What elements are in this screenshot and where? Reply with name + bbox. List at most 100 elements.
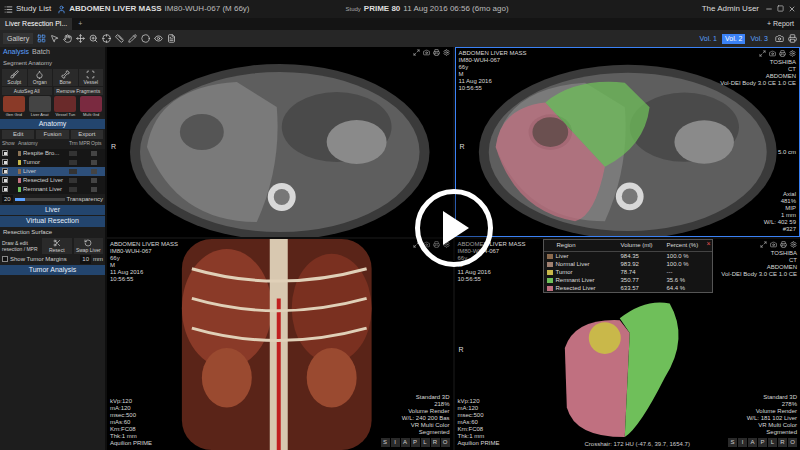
- transparency-slider[interactable]: [15, 198, 65, 201]
- tool-icon[interactable]: [167, 34, 176, 43]
- volume-button[interactable]: Vol. 1: [696, 34, 720, 44]
- anatomy-row[interactable]: Tumor: [0, 158, 105, 167]
- anatomy-button[interactable]: Fusion: [36, 130, 68, 139]
- preset-thumbnail[interactable]: Multi Grd: [79, 96, 103, 118]
- tool-icon[interactable]: [154, 34, 163, 43]
- anatomy-row[interactable]: Liver: [0, 167, 105, 176]
- settings-icon[interactable]: [790, 241, 797, 248]
- printer-icon[interactable]: [779, 50, 786, 57]
- tab[interactable]: +: [73, 18, 87, 30]
- camera-icon[interactable]: [770, 241, 777, 248]
- resection-button[interactable]: Resect: [42, 238, 72, 254]
- tab[interactable]: Liver Resection Pl...: [0, 18, 72, 30]
- resection-button[interactable]: Swap Liver: [74, 238, 104, 254]
- anatomy-row[interactable]: Resected Liver: [0, 176, 105, 185]
- orientation-button[interactable]: S: [381, 438, 390, 447]
- transparency-value[interactable]: 20: [2, 195, 13, 203]
- mpr-toggle[interactable]: [69, 151, 77, 156]
- orientation-button[interactable]: L: [421, 438, 430, 447]
- checkbox[interactable]: [2, 177, 8, 183]
- tool-button[interactable]: Vessel: [79, 69, 104, 86]
- camera-icon[interactable]: [423, 49, 430, 56]
- mpr-toggle[interactable]: [69, 160, 77, 165]
- play-button[interactable]: [415, 189, 493, 267]
- tool-icon[interactable]: [37, 34, 46, 43]
- action-button[interactable]: AutoSeg All: [2, 87, 52, 95]
- tool-icon[interactable]: [50, 34, 59, 43]
- viewport[interactable]: R: [107, 47, 453, 237]
- orientation-button[interactable]: I: [738, 438, 747, 447]
- mode-tab[interactable]: Analysis: [3, 47, 29, 58]
- liver-header[interactable]: Liver: [0, 205, 105, 216]
- mpr-toggle[interactable]: [69, 187, 77, 192]
- settings-icon[interactable]: [789, 50, 796, 57]
- tool-icon[interactable]: [141, 34, 150, 43]
- preset-thumbnail[interactable]: Vessel Tun: [54, 96, 78, 118]
- orientation-button[interactable]: R: [778, 438, 787, 447]
- checkbox[interactable]: [2, 168, 8, 174]
- user-name[interactable]: The Admin User: [702, 3, 759, 15]
- options-button[interactable]: [91, 169, 97, 174]
- tool-button[interactable]: Sculpt: [2, 69, 27, 86]
- orientation-button[interactable]: P: [758, 438, 767, 447]
- settings-icon[interactable]: [443, 49, 450, 56]
- anatomy-row[interactable]: Respite Bro...: [0, 149, 105, 158]
- volume-button[interactable]: Vol. 3: [747, 34, 771, 44]
- anatomy-button[interactable]: Edit: [2, 130, 34, 139]
- tool-button[interactable]: Organ: [28, 69, 53, 86]
- maximize-icon[interactable]: [760, 241, 767, 248]
- minimize-icon[interactable]: [765, 5, 773, 13]
- options-button[interactable]: [91, 160, 97, 165]
- printer-icon[interactable]: [780, 241, 787, 248]
- viewport[interactable]: ABDOMEN LIVER MASSIM80-WUH-06766yM11 Aug…: [455, 47, 800, 237]
- checkbox[interactable]: [2, 150, 8, 156]
- orientation-button[interactable]: P: [411, 438, 420, 447]
- printer-icon[interactable]: [433, 49, 440, 56]
- options-button[interactable]: [91, 178, 97, 183]
- action-button[interactable]: Remove Fragments: [54, 87, 104, 95]
- maximize-icon[interactable]: [413, 49, 420, 56]
- tool-icon[interactable]: [128, 34, 137, 43]
- options-button[interactable]: [91, 151, 97, 156]
- orientation-button[interactable]: O: [441, 438, 450, 447]
- preset-thumbnail[interactable]: Liver Anat: [28, 96, 52, 118]
- tool-icon[interactable]: [102, 34, 111, 43]
- orientation-button[interactable]: I: [391, 438, 400, 447]
- camera-icon[interactable]: [769, 50, 776, 57]
- checkbox[interactable]: [2, 256, 8, 262]
- orientation-button[interactable]: O: [788, 438, 797, 447]
- mode-tab[interactable]: Batch: [32, 47, 50, 58]
- anatomy-header[interactable]: Anatomy: [0, 119, 105, 130]
- maximize-icon[interactable]: [759, 50, 766, 57]
- report-button[interactable]: + Report: [761, 18, 800, 30]
- orientation-button[interactable]: L: [768, 438, 777, 447]
- orientation-button[interactable]: R: [431, 438, 440, 447]
- virtual-resection-header[interactable]: Virtual Resection: [0, 216, 105, 227]
- checkbox[interactable]: [2, 159, 8, 165]
- tool-icon[interactable]: [63, 34, 72, 43]
- options-button[interactable]: [91, 187, 97, 192]
- tool-button[interactable]: Bone: [53, 69, 78, 86]
- maximize-icon[interactable]: [777, 5, 784, 12]
- close-button[interactable]: ×: [706, 240, 710, 247]
- printer-icon[interactable]: [788, 34, 797, 43]
- tumor-analysis-header[interactable]: Tumor Analysis: [0, 265, 105, 276]
- anatomy-button[interactable]: Export: [71, 130, 103, 139]
- volume-button[interactable]: Vol. 2: [722, 34, 746, 44]
- margin-value[interactable]: 10: [80, 255, 91, 264]
- orientation-button[interactable]: S: [728, 438, 737, 447]
- tool-icon[interactable]: [76, 34, 85, 43]
- preset-thumbnail[interactable]: Gen Grid: [2, 96, 26, 118]
- orientation-button[interactable]: A: [401, 438, 410, 447]
- viewport[interactable]: ABDOMEN LIVER MASSIM80-WUH-06766yM11 Aug…: [107, 239, 453, 450]
- mpr-toggle[interactable]: [69, 178, 77, 183]
- mpr-toggle[interactable]: [69, 169, 77, 174]
- tool-icon[interactable]: [89, 34, 98, 43]
- orientation-button[interactable]: A: [748, 438, 757, 447]
- gallery-button[interactable]: Gallery: [3, 33, 33, 44]
- close-icon[interactable]: [788, 5, 796, 13]
- study-list-button[interactable]: Study List: [4, 3, 51, 15]
- tool-icon[interactable]: [115, 34, 124, 43]
- viewport[interactable]: ABDOMEN LIVER MASSIM80-WUH-06766yM11 Aug…: [455, 239, 800, 450]
- camera-icon[interactable]: [775, 34, 784, 43]
